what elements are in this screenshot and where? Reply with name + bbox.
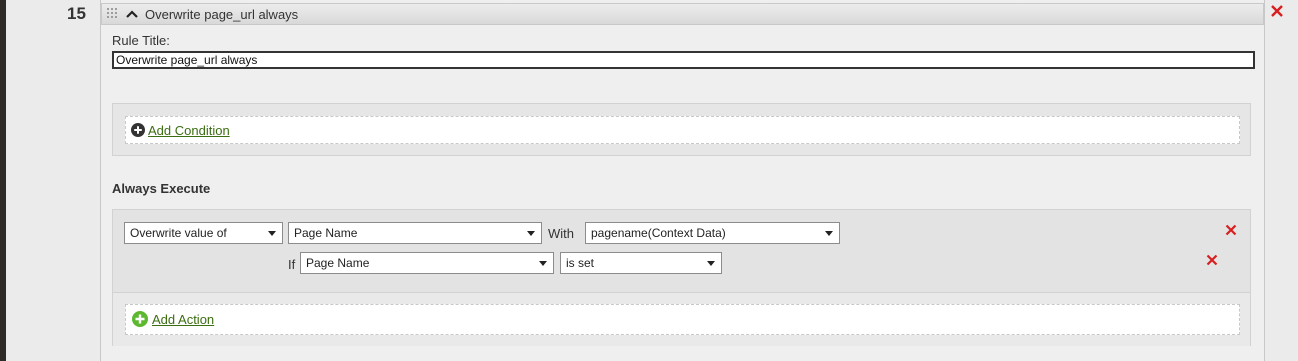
add-action-link[interactable]: Add Action [152,312,214,327]
action-value-value: pagename(Context Data) [591,226,726,240]
rule-header-title: Overwrite page_url always [145,7,299,22]
add-condition-area: Add Condition [125,116,1240,144]
chevron-down-icon [825,231,833,236]
delete-condition-icon[interactable] [1206,254,1218,266]
rule-header[interactable]: Overwrite page_url always [101,3,1264,25]
delete-rule-icon[interactable] [1270,4,1284,18]
if-label: If [288,257,296,272]
drag-handle-icon[interactable] [107,8,119,20]
rule-number: 15 [67,4,86,23]
action-value-select[interactable]: pagename(Context Data) [585,222,840,244]
chevron-down-icon [539,261,547,266]
rule-title-input[interactable] [112,51,1255,69]
chevron-down-icon [707,261,715,266]
window-edge [0,0,6,361]
chevron-up-icon[interactable] [125,8,139,20]
add-condition-link[interactable]: Add Condition [148,123,230,138]
action-variable-value: Page Name [294,226,358,240]
add-condition-icon[interactable] [131,123,145,137]
with-label: With [548,226,574,241]
always-execute-heading: Always Execute [112,181,211,196]
actions-panel: Overwrite value of Page Name With pagena… [112,209,1251,346]
delete-action-icon[interactable] [1225,224,1237,236]
if-operator-value: is set [566,256,595,270]
chevron-down-icon [527,231,535,236]
rule-title-label: Rule Title: [112,33,170,48]
action-type-value: Overwrite value of [130,226,227,240]
action-variable-select[interactable]: Page Name [288,222,542,244]
conditions-panel: Add Condition [112,103,1251,156]
if-variable-value: Page Name [306,256,370,270]
chevron-down-icon [268,231,276,236]
add-action-footer: Add Action [113,292,1250,346]
if-variable-select[interactable]: Page Name [300,252,554,274]
add-action-icon[interactable] [132,311,148,327]
add-action-area: Add Action [125,304,1240,335]
if-operator-select[interactable]: is set [560,252,722,274]
action-type-select[interactable]: Overwrite value of [124,222,283,244]
